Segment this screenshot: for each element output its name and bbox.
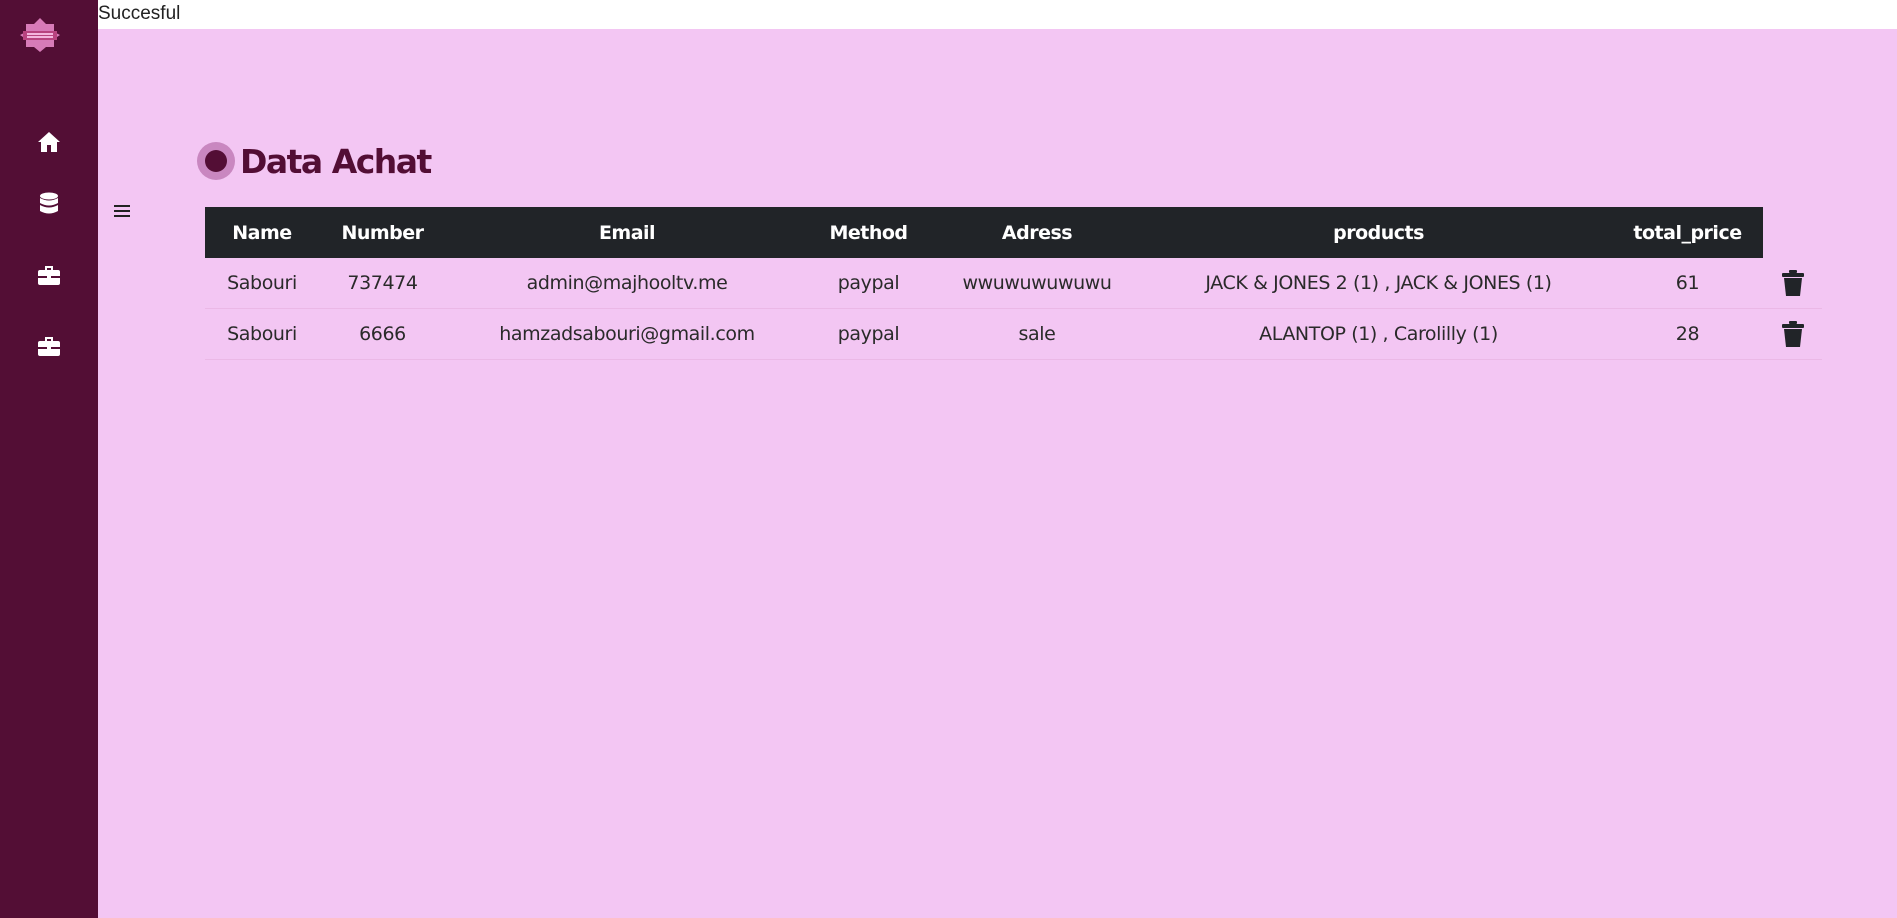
delete-trash-icon[interactable] <box>1780 269 1806 297</box>
briefcase-icon[interactable] <box>34 331 64 361</box>
orders-table: Name Number Email Method Adress products… <box>205 207 1822 360</box>
page-header: Data Achat <box>197 138 432 184</box>
cell-adress: sale <box>929 308 1145 360</box>
column-header-email[interactable]: Email <box>446 207 808 258</box>
sidebar <box>0 0 98 918</box>
cell-total-price: 61 <box>1612 258 1763 309</box>
table-row: Sabouri 6666 hamzadsabouri@gmail.com pay… <box>205 308 1822 360</box>
column-header-method[interactable]: Method <box>808 207 929 258</box>
cell-actions <box>1763 308 1822 360</box>
table-header-row: Name Number Email Method Adress products… <box>205 207 1822 258</box>
cell-email: admin@majhooltv.me <box>446 258 808 309</box>
cell-name: Sabouri <box>205 258 319 309</box>
cell-name: Sabouri <box>205 308 319 360</box>
menu-toggle-icon[interactable] <box>114 202 130 218</box>
column-header-name[interactable]: Name <box>205 207 319 258</box>
cell-products: JACK & JONES 2 (1) , JACK & JONES (1) <box>1145 258 1612 309</box>
column-header-actions <box>1763 207 1822 258</box>
column-header-number[interactable]: Number <box>319 207 446 258</box>
title-bullet-icon <box>197 142 235 180</box>
cell-adress: wwuwuwuwuwu <box>929 258 1145 309</box>
briefcase-icon[interactable] <box>34 260 64 290</box>
cell-method: paypal <box>808 258 929 309</box>
brand-logo[interactable] <box>17 17 63 53</box>
cell-products: ALANTOP (1) , Carolilly (1) <box>1145 308 1612 360</box>
cell-actions <box>1763 258 1822 309</box>
cell-number: 737474 <box>319 258 446 309</box>
page-title: Data Achat <box>240 141 432 181</box>
database-icon[interactable] <box>34 189 64 219</box>
home-icon[interactable] <box>34 127 64 157</box>
status-message: Succesful <box>98 3 181 24</box>
cell-method: paypal <box>808 308 929 360</box>
cell-email: hamzadsabouri@gmail.com <box>446 308 808 360</box>
cell-number: 6666 <box>319 308 446 360</box>
column-header-products[interactable]: products <box>1145 207 1612 258</box>
delete-trash-icon[interactable] <box>1780 320 1806 348</box>
column-header-total-price[interactable]: total_price <box>1612 207 1763 258</box>
top-bar: Succesful <box>98 0 1897 29</box>
column-header-adress[interactable]: Adress <box>929 207 1145 258</box>
table-row: Sabouri 737474 admin@majhooltv.me paypal… <box>205 258 1822 309</box>
cell-total-price: 28 <box>1612 308 1763 360</box>
